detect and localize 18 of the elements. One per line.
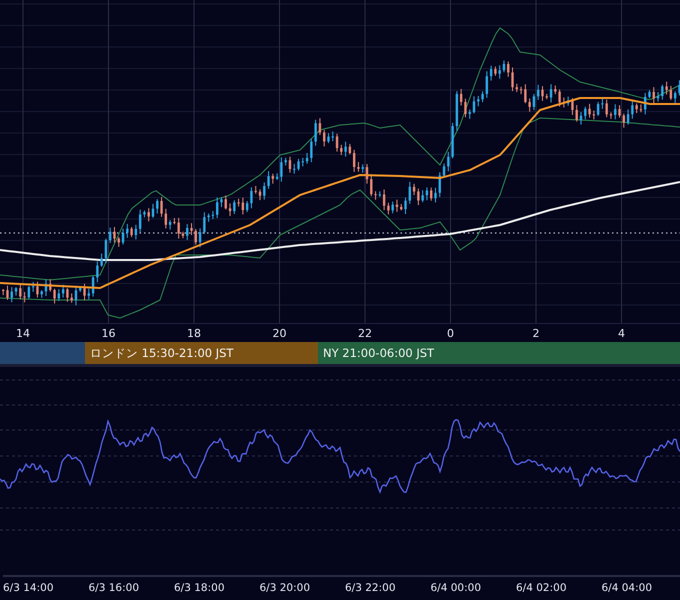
- time-axis-label: 20: [272, 326, 286, 340]
- time-axis-label: 6/3 14:00: [3, 582, 54, 594]
- time-axis-label: 6/4 04:00: [602, 582, 652, 594]
- session-bar: ロンドン 15:30-21:00 JST: [85, 342, 318, 364]
- time-axis-label: 22: [358, 326, 372, 340]
- time-axis-label: 6/3 16:00: [88, 582, 139, 594]
- time-axis-label: 6/4 00:00: [430, 582, 481, 594]
- time-axis-label: 16: [102, 326, 116, 340]
- time-axis-label: 18: [187, 326, 201, 340]
- time-axis-label: 6/4 02:00: [516, 582, 566, 594]
- time-axis-label: 6/3 18:00: [174, 582, 224, 594]
- time-axis-label: 0: [447, 326, 454, 340]
- time-axis-label: 2: [532, 326, 540, 340]
- time-axis-label: 4: [618, 326, 625, 340]
- time-axis-label: 6/3 22:00: [345, 582, 396, 594]
- time-axis-label: 14: [16, 326, 30, 340]
- time-axis-label: 6/3 20:00: [260, 582, 310, 594]
- session-bar: NY 21:00-06:00 JST: [318, 342, 680, 364]
